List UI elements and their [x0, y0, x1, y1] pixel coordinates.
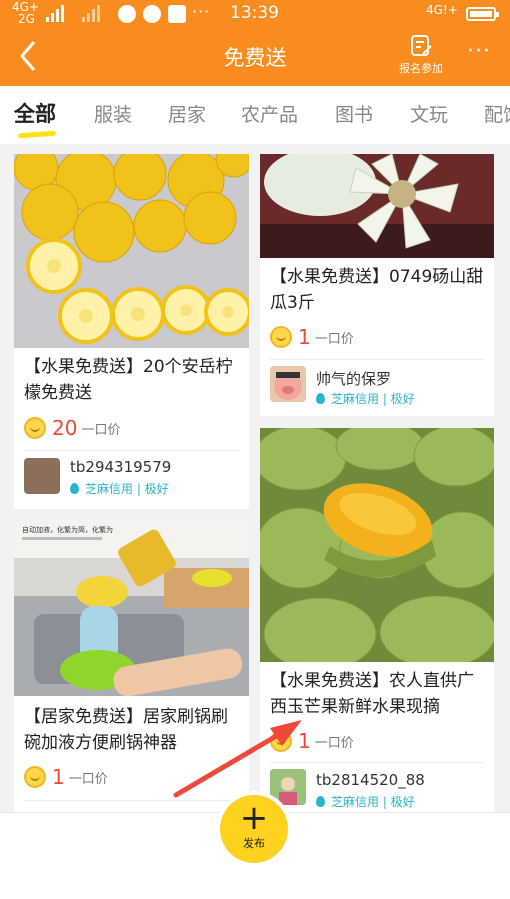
category-tabs: 全部 服装 居家 农产品 图书 文玩 配饰: [0, 86, 510, 144]
nav-bar: 免费送 报名参加 ···: [0, 28, 510, 86]
product-image-melon: [260, 154, 494, 258]
price-label: 一口价: [81, 422, 121, 438]
credit-text: 芝麻信用 | 极好: [331, 392, 415, 406]
price-row: 1 一口价: [270, 728, 354, 754]
product-title: 【水果免费送】20个安岳柠檬免费送: [24, 357, 233, 403]
melon-image: [260, 154, 494, 258]
product-image-lemon: [14, 154, 249, 348]
tab-books[interactable]: 图书: [335, 100, 373, 127]
publish-button[interactable]: + 发布: [220, 795, 288, 863]
product-title: 【水果免费送】农人直供广西玉芒果新鲜水果现摘: [270, 671, 474, 717]
coin-icon: [270, 326, 292, 348]
network-type-right: 4G!+: [426, 3, 458, 17]
signup-button[interactable]: 报名参加: [394, 34, 448, 80]
lemon-image: [14, 154, 249, 348]
product-image-brush: 自动加液，化繁为简，化繁为: [14, 518, 249, 696]
price-value: 20: [52, 416, 78, 440]
signal-icon: [46, 4, 64, 22]
pig-avatar-icon: [274, 372, 302, 400]
coin-icon: [270, 730, 292, 752]
credit-rating: 芝麻信用 | 极好: [316, 390, 415, 407]
battery-icon: [466, 7, 499, 21]
price-row: 1 一口价: [270, 324, 354, 350]
product-feed: 【水果免费送】20个安岳柠檬免费送 20 一口价 tb294319579 芝麻信…: [0, 144, 510, 812]
app-notification-icon: [118, 5, 136, 23]
person-avatar-icon: [270, 769, 306, 805]
tab-farm-products[interactable]: 农产品: [241, 100, 298, 127]
image-caption: 自动加液，化繁为简，化繁为: [22, 525, 113, 534]
tab-collectibles[interactable]: 文玩: [410, 100, 448, 127]
app-notification-icon: [143, 5, 161, 23]
tab-home[interactable]: 居家: [168, 100, 206, 127]
price-label: 一口价: [68, 771, 108, 787]
divider: [270, 762, 484, 763]
product-title: 【居家免费送】居家刷锅刷碗加液方便刷锅神器: [24, 707, 228, 753]
coin-icon: [24, 417, 46, 439]
edit-form-icon: [411, 35, 432, 56]
seller-name[interactable]: 帅气的保罗: [316, 368, 391, 389]
mango-image: [260, 428, 494, 662]
avatar[interactable]: [270, 366, 306, 402]
price-row: 20 一口价: [24, 415, 120, 441]
price-value: 1: [52, 765, 65, 789]
product-card-brush[interactable]: 自动加液，化繁为简，化繁为 【居家免费送】居家刷锅刷碗加液方便刷锅神器 1 一口…: [14, 518, 249, 812]
product-image-mango: [260, 428, 494, 662]
price-value: 1: [298, 325, 311, 349]
price-label: 一口价: [314, 735, 354, 751]
signal-weak-icon: [82, 4, 100, 22]
product-card-melon[interactable]: 【水果免费送】0749砀山甜瓜3斤 1 一口价 帅气的保罗 芝麻信用 | 极好: [260, 154, 494, 416]
price-label: 一口价: [314, 331, 354, 347]
sesame-credit-icon: [316, 393, 325, 404]
publish-label: 发布: [243, 837, 265, 850]
tab-clothing[interactable]: 服装: [94, 100, 132, 127]
signup-label: 报名参加: [399, 62, 443, 75]
brush-image: 自动加液，化繁为简，化繁为: [14, 518, 249, 696]
sesame-credit-icon: [70, 483, 79, 494]
tab-accessories[interactable]: 配饰: [484, 100, 510, 127]
credit-rating: 芝麻信用 | 极好: [70, 480, 169, 497]
divider: [270, 359, 484, 360]
active-tab-indicator: [17, 130, 57, 139]
network-type-2: 2G: [18, 12, 35, 26]
tab-all[interactable]: 全部: [14, 98, 56, 128]
more-button[interactable]: ···: [462, 41, 496, 66]
seller-name[interactable]: tb294319579: [70, 458, 171, 476]
divider: [24, 800, 239, 801]
credit-rating: 芝麻信用 | 极好: [316, 793, 415, 810]
avatar[interactable]: [24, 458, 60, 494]
divider: [24, 450, 239, 451]
price-row: 1 一口价: [24, 764, 108, 790]
clock: 13:39: [230, 3, 279, 23]
avatar[interactable]: [270, 769, 306, 805]
product-title: 【水果免费送】0749砀山甜瓜3斤: [270, 267, 484, 313]
app-notification-icon: [168, 5, 186, 23]
credit-text: 芝麻信用 | 极好: [85, 482, 169, 496]
status-bar: 4G+ 2G ··· 13:39 4G!+: [0, 0, 510, 28]
more-notifications: ···: [192, 2, 211, 21]
credit-text: 芝麻信用 | 极好: [331, 795, 415, 809]
coin-icon: [24, 766, 46, 788]
seller-name[interactable]: tb2814520_88: [316, 771, 425, 789]
plus-icon: +: [239, 798, 269, 838]
price-value: 1: [298, 729, 311, 753]
product-card-mango[interactable]: 【水果免费送】农人直供广西玉芒果新鲜水果现摘 1 一口价 tb2814520_8…: [260, 428, 494, 812]
product-card-lemon[interactable]: 【水果免费送】20个安岳柠檬免费送 20 一口价 tb294319579 芝麻信…: [14, 154, 249, 509]
sesame-credit-icon: [316, 796, 325, 807]
